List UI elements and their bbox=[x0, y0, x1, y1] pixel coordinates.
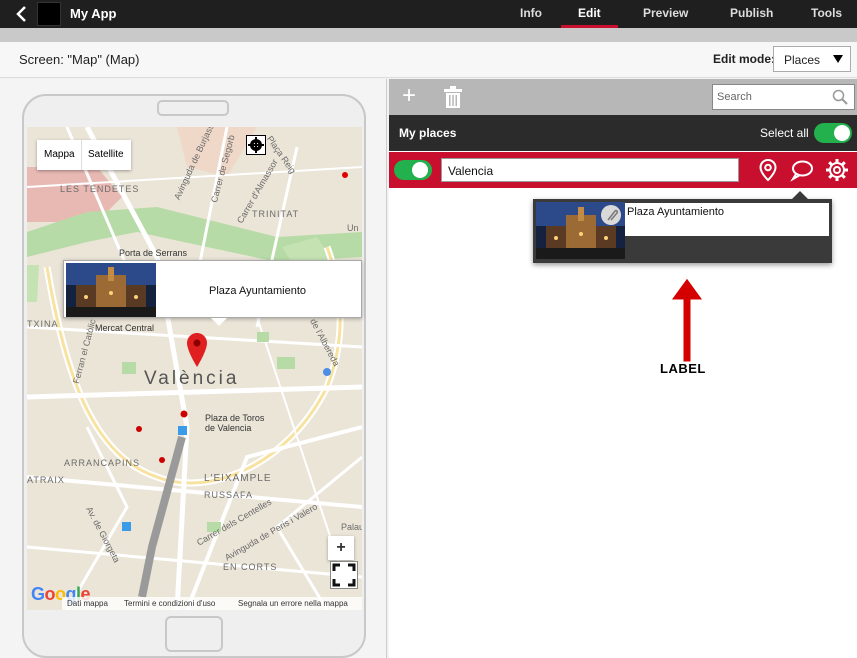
map-label: Palau bbox=[341, 522, 362, 532]
place-thumbnail bbox=[66, 263, 156, 317]
location-pin-icon[interactable] bbox=[756, 158, 780, 182]
map-type-roadmap-button[interactable]: Mappa bbox=[44, 149, 75, 160]
map-label: RUSSAFA bbox=[204, 490, 254, 500]
screen-title: Screen: "Map" (Map) bbox=[19, 52, 140, 67]
zoom-in-button[interactable]: + bbox=[328, 536, 354, 560]
tab-preview[interactable]: Preview bbox=[643, 6, 688, 20]
map-marker-icon[interactable] bbox=[187, 333, 207, 367]
screen-header: Screen: "Map" (Map) Edit mode: Places bbox=[0, 42, 857, 78]
place-name-field[interactable]: Valencia bbox=[441, 158, 739, 182]
map-label: ATRAIX bbox=[27, 475, 65, 485]
app-name: My App bbox=[70, 6, 117, 21]
search-icon[interactable] bbox=[832, 89, 848, 105]
gear-icon[interactable] bbox=[825, 158, 849, 182]
tab-edit[interactable]: Edit bbox=[578, 6, 601, 20]
add-place-button[interactable]: + bbox=[402, 84, 416, 108]
map-label: ARRANCAPINS bbox=[64, 458, 141, 468]
map-settings-button[interactable] bbox=[246, 135, 266, 155]
terms-link[interactable]: Termini e condizioni d'uso bbox=[124, 599, 215, 608]
phone-speaker bbox=[157, 100, 229, 116]
select-all-toggle[interactable] bbox=[814, 123, 852, 143]
place-enabled-toggle[interactable] bbox=[394, 160, 432, 180]
map-label: Porta de Serrans bbox=[119, 248, 188, 258]
map-label: Plaza de Toros bbox=[205, 413, 265, 423]
tab-tools[interactable]: Tools bbox=[811, 6, 842, 20]
label-popover: Plaza Ayuntamiento bbox=[533, 191, 832, 263]
fullscreen-button[interactable] bbox=[330, 561, 358, 589]
tab-info[interactable]: Info bbox=[520, 6, 542, 20]
map-label: EN CORTS bbox=[223, 562, 278, 572]
select-all-label: Select all bbox=[760, 126, 809, 140]
map-type-satellite-button[interactable]: Satellite bbox=[88, 149, 124, 160]
phone-home-button bbox=[165, 616, 223, 652]
places-header: My places Select all bbox=[389, 115, 857, 151]
report-error-link[interactable]: Segnala un errore nella mappa bbox=[238, 599, 348, 608]
fullscreen-icon bbox=[332, 563, 356, 587]
speech-bubble-icon[interactable] bbox=[790, 158, 814, 182]
annotation-arrow-icon bbox=[670, 277, 704, 363]
back-arrow-icon[interactable] bbox=[14, 4, 30, 24]
map-label: Mercat Central bbox=[95, 323, 155, 333]
caret-down-icon bbox=[833, 55, 843, 63]
edit-mode-select[interactable]: Places bbox=[773, 46, 851, 72]
place-thumbnail bbox=[536, 202, 625, 259]
places-title: My places bbox=[399, 126, 457, 140]
map-label: TXINA bbox=[27, 319, 59, 329]
tab-publish[interactable]: Publish bbox=[730, 6, 773, 20]
app-logo bbox=[37, 2, 61, 26]
map-label-city: València bbox=[144, 368, 240, 389]
map-label: de Valencia bbox=[205, 423, 252, 433]
map-data-link[interactable]: Dati mappa bbox=[67, 599, 108, 608]
search-input[interactable]: Search bbox=[712, 84, 855, 110]
edit-mode-value: Places bbox=[784, 53, 821, 67]
edit-mode-label: Edit mode: bbox=[713, 52, 775, 66]
top-bar: My App Info Edit Preview Publish Tools bbox=[0, 0, 857, 28]
map-type-control: Mappa Satellite bbox=[37, 140, 131, 170]
map-info-window[interactable]: Plaza Ayuntamiento bbox=[63, 260, 362, 326]
annotation-label: LABEL bbox=[660, 361, 706, 376]
map-view[interactable]: LES TENDETES TRINITAT Porta de Serrans M… bbox=[27, 127, 362, 610]
info-window-title: Plaza Ayuntamiento bbox=[209, 285, 307, 297]
map-label: L'EIXAMPLE bbox=[204, 473, 272, 484]
map-label: LES TENDETES bbox=[60, 184, 140, 194]
map-label: TRINITAT bbox=[252, 209, 300, 219]
map-footer: Dati mappa Termini e condizioni d'uso Se… bbox=[62, 597, 362, 610]
trash-icon[interactable] bbox=[443, 86, 463, 108]
separator-strip bbox=[0, 28, 857, 42]
gear-icon bbox=[248, 137, 264, 153]
map-label: Un bbox=[347, 223, 359, 233]
search-placeholder: Search bbox=[717, 91, 752, 103]
label-input[interactable]: Plaza Ayuntamiento bbox=[625, 203, 829, 236]
